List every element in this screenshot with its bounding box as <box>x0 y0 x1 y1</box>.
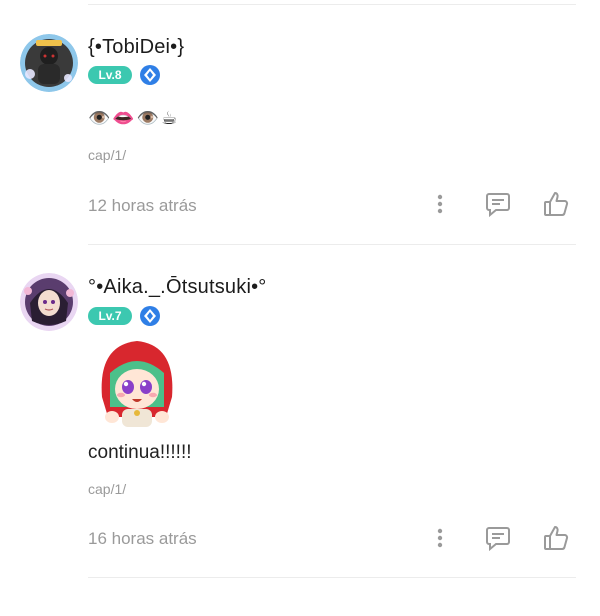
gem-icon <box>140 65 160 85</box>
thumbs-up-icon[interactable] <box>540 522 572 554</box>
comment-time: 16 horas atrás <box>88 529 197 548</box>
comment-item: {•TobiDei•} Lv.8 👁️👄👁️☕ cap/1/ 12 horas … <box>0 0 600 245</box>
comment-reference[interactable]: cap/1/ <box>88 481 126 497</box>
reply-bubble-icon[interactable] <box>482 189 514 219</box>
avatar[interactable] <box>20 34 80 94</box>
reply-bubble-icon[interactable] <box>482 523 514 553</box>
comment-text: continua!!!!!! <box>88 442 192 463</box>
more-vertical-icon[interactable] <box>428 192 452 216</box>
comment-text: 👁️👄👁️☕ <box>88 108 180 128</box>
level-badge: Lv.7 <box>88 307 132 325</box>
comment-divider <box>88 577 576 578</box>
comment-item: °•Aika._.Ōtsutsuki•° Lv.7 continua!!!!!!… <box>0 245 600 590</box>
badges: Lv.7 <box>88 306 160 326</box>
more-vertical-icon[interactable] <box>428 526 452 550</box>
badges: Lv.8 <box>88 65 160 85</box>
thumbs-up-icon[interactable] <box>540 188 572 220</box>
comment-reference[interactable]: cap/1/ <box>88 147 126 163</box>
avatar[interactable] <box>20 273 80 333</box>
username[interactable]: {•TobiDei•} <box>88 36 184 59</box>
username[interactable]: °•Aika._.Ōtsutsuki•° <box>88 276 267 299</box>
level-badge: Lv.8 <box>88 66 132 84</box>
comment-time: 12 horas atrás <box>88 196 197 215</box>
sticker-image <box>92 337 182 431</box>
gem-icon <box>140 306 160 326</box>
